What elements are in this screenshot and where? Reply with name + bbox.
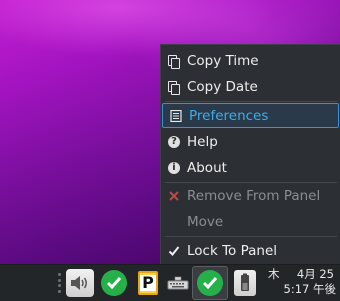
preferences-icon [169, 109, 183, 123]
menu-item-label: About [187, 159, 227, 176]
menu-item-lock-to-panel[interactable]: Lock To Panel [161, 238, 340, 263]
menu-separator [165, 101, 337, 102]
menu-separator [165, 236, 337, 237]
clock-context-menu: Copy Time Copy Date Preferences ? Help i… [160, 44, 340, 264]
menu-item-copy-time[interactable]: Copy Time [161, 48, 340, 73]
menu-item-help[interactable]: ? Help [161, 129, 340, 154]
help-icon: ? [167, 135, 181, 149]
menu-item-label: Remove From Panel [187, 187, 321, 204]
copy-icon [167, 54, 181, 69]
volume-icon[interactable] [66, 269, 94, 297]
menu-item-label: Copy Date [187, 78, 258, 95]
menu-item-label: Lock To Panel [187, 242, 277, 259]
menu-item-copy-date[interactable]: Copy Date [161, 74, 340, 99]
keyboard-icon[interactable] [166, 269, 190, 297]
clock-widget[interactable]: 木 4月 25 5:17 午後 [266, 267, 338, 299]
menu-item-about[interactable]: i About [161, 155, 340, 180]
info-icon: i [167, 161, 181, 175]
remove-icon [167, 189, 181, 203]
active-checkmark-icon[interactable] [192, 266, 228, 300]
panel-drag-handle[interactable] [58, 273, 61, 293]
menu-item-preferences[interactable]: Preferences [162, 103, 339, 128]
checkmark-icon [167, 244, 181, 258]
menu-item-label: Preferences [189, 107, 269, 124]
update-ok-icon[interactable] [100, 269, 128, 297]
menu-item-label: Copy Time [187, 52, 259, 69]
menu-item-move[interactable]: Move [161, 209, 340, 234]
menu-item-label: Help [187, 133, 218, 150]
taskbar: P 木 4月 25 5:17 午後 [0, 264, 340, 301]
copy-icon [167, 80, 181, 95]
clipboard-icon[interactable]: P [134, 269, 162, 297]
clock-weekday: 木 [268, 267, 280, 281]
menu-item-label: Move [187, 213, 224, 230]
menu-item-remove-from-panel[interactable]: Remove From Panel [161, 183, 340, 208]
battery-icon[interactable] [232, 269, 258, 297]
clock-time: 5:17 午後 [283, 282, 336, 296]
clock-date: 4月 25 [296, 267, 334, 281]
